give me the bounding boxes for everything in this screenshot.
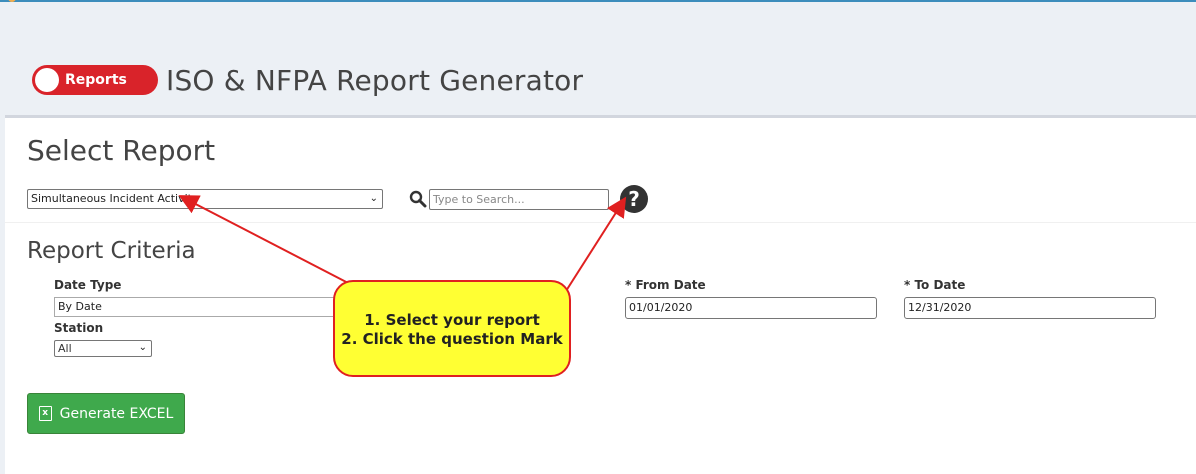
date-type-label: Date Type [54, 278, 122, 292]
page-header: Reports ISO & NFPA Report Generator [32, 62, 583, 98]
search-icon [409, 190, 427, 208]
toggle-label: Reports [65, 72, 127, 88]
reports-toggle[interactable]: Reports [32, 65, 158, 95]
to-date-input[interactable]: 12/31/2020 [904, 297, 1156, 319]
excel-file-icon: x [38, 406, 52, 421]
report-select[interactable]: Simultaneous Incident Activity ⌄ [27, 189, 383, 209]
section-divider [5, 222, 1196, 223]
select-report-title: Select Report [27, 134, 216, 167]
generate-excel-label: Generate EXCEL [59, 405, 174, 422]
generate-excel-button[interactable]: x Generate EXCEL [27, 393, 185, 434]
station-label: Station [54, 321, 104, 335]
chevron-down-icon: ⌄ [369, 193, 378, 204]
date-type-select[interactable]: By Date [54, 297, 344, 317]
report-criteria-title: Report Criteria [27, 238, 196, 264]
instruction-callout: 1. Select your report 2. Click the quest… [333, 280, 571, 377]
from-date-input[interactable]: 01/01/2020 [625, 297, 877, 319]
top-accent-line [0, 0, 1196, 2]
toggle-knob [35, 68, 59, 92]
report-select-value: Simultaneous Incident Activity [31, 192, 199, 205]
to-date-label: * To Date [904, 278, 966, 292]
page-title: ISO & NFPA Report Generator [166, 63, 584, 97]
station-select[interactable]: All ⌄ [54, 340, 152, 357]
callout-line-2: 2. Click the question Mark [341, 330, 563, 348]
from-date-label: * From Date [625, 278, 706, 292]
search-input[interactable]: Type to Search... [429, 189, 609, 210]
callout-line-1: 1. Select your report [364, 311, 540, 329]
report-panel: Select Report Simultaneous Incident Acti… [5, 115, 1196, 474]
chevron-down-icon: ⌄ [138, 342, 147, 353]
station-value: All [58, 342, 72, 355]
date-type-value: By Date [58, 300, 102, 313]
question-circle-icon[interactable]: ? [620, 185, 648, 213]
